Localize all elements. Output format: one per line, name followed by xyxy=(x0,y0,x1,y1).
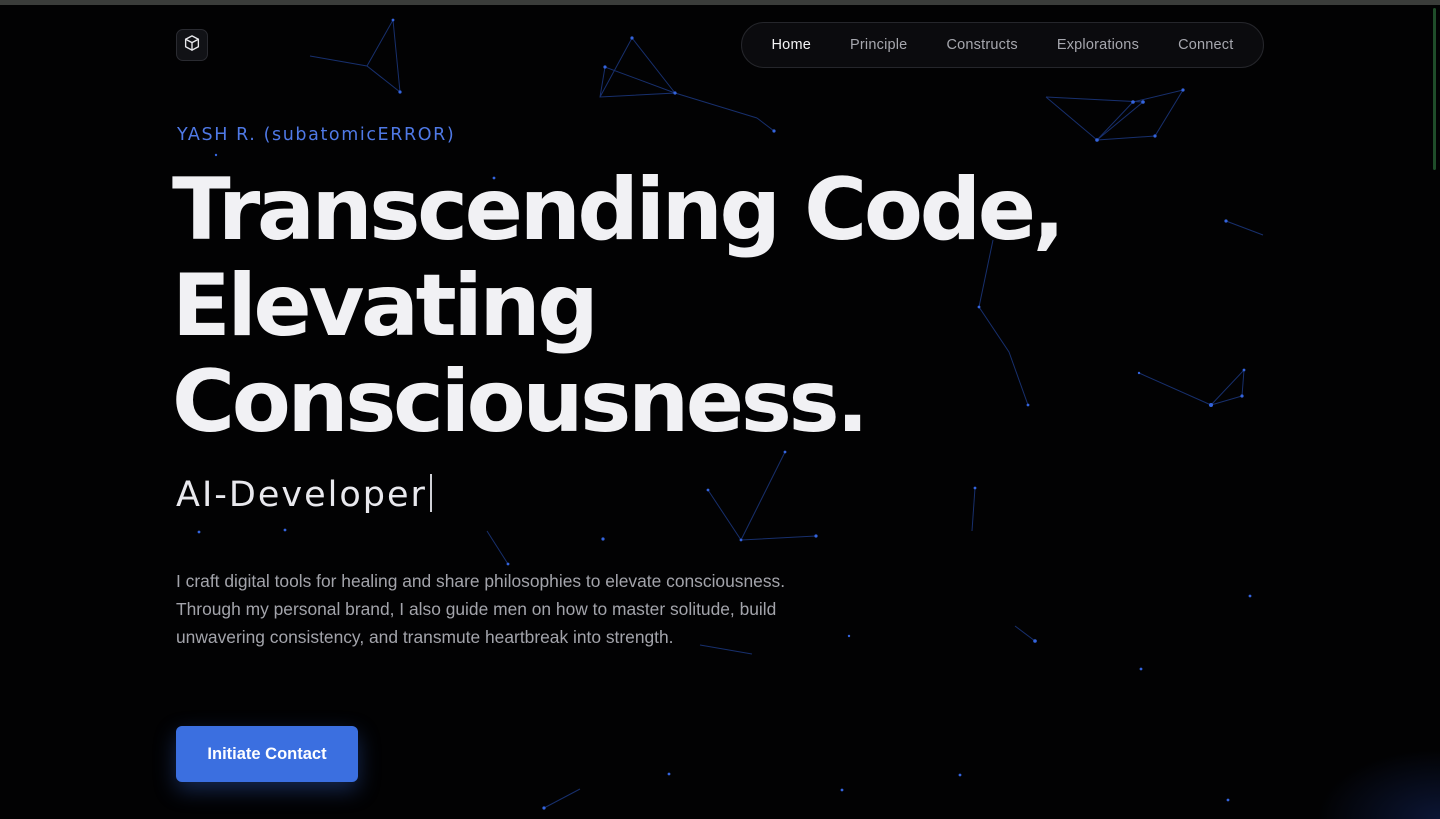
logo-button[interactable] xyxy=(176,29,208,61)
main-nav: Home Principle Constructs Explorations C… xyxy=(741,22,1264,68)
author-eyebrow: YASH R. (subatomicERROR) xyxy=(177,125,456,145)
nav-item-connect[interactable]: Connect xyxy=(1178,37,1233,53)
page: Home Principle Constructs Explorations C… xyxy=(0,0,1440,819)
headline-line-1: Transcending Code, xyxy=(172,160,1065,260)
initiate-contact-button[interactable]: Initiate Contact xyxy=(176,726,358,782)
role-typewriter: AI-Developer xyxy=(176,474,432,515)
headline-line-3: Consciousness. xyxy=(172,352,869,452)
typing-caret xyxy=(429,474,432,512)
nav-item-explorations[interactable]: Explorations xyxy=(1057,37,1139,53)
nav-item-home[interactable]: Home xyxy=(772,37,811,53)
hero-bio: I craft digital tools for healing and sh… xyxy=(176,571,786,647)
nav-item-principle[interactable]: Principle xyxy=(850,37,907,53)
headline-line-2: Elevating xyxy=(172,256,599,356)
hero-headline: Transcending Code, Elevating Consciousne… xyxy=(172,162,1072,450)
scroll-indicator[interactable] xyxy=(1433,8,1436,170)
nav-item-constructs[interactable]: Constructs xyxy=(946,37,1017,53)
cube-icon xyxy=(183,34,201,56)
role-text: AI-Developer xyxy=(176,475,427,515)
